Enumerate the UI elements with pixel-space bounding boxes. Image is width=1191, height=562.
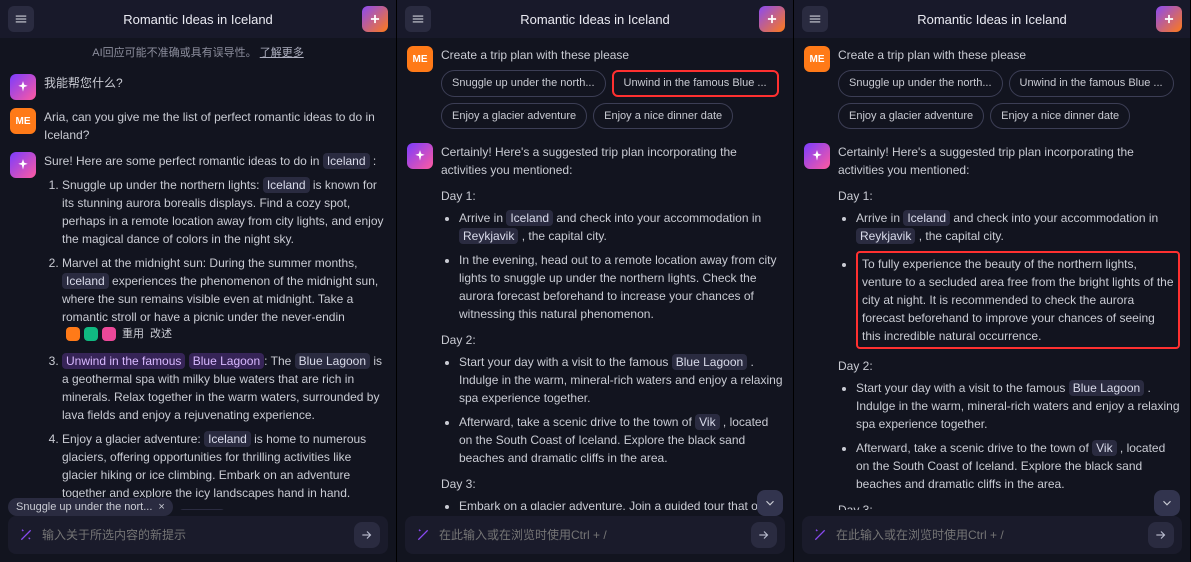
page-title: Romantic Ideas in Iceland — [123, 12, 273, 27]
send-button[interactable] — [751, 522, 777, 548]
send-button[interactable] — [1148, 522, 1174, 548]
menu-button[interactable] — [8, 6, 34, 32]
ai-greeting: 我能帮您什么? — [44, 74, 386, 100]
ai-avatar — [804, 143, 830, 169]
day-heading: Day 1: — [838, 187, 1180, 205]
menu-button[interactable] — [405, 6, 431, 32]
entity-reykjavik[interactable]: Reykjavik — [856, 228, 915, 244]
new-chat-button[interactable] — [362, 6, 388, 32]
day-heading: Day 2: — [441, 331, 783, 349]
entity-iceland[interactable]: Iceland — [179, 509, 226, 510]
entity-blue-lagoon[interactable]: Blue Lagoon — [295, 353, 370, 369]
menu-button[interactable] — [802, 6, 828, 32]
entity-vik[interactable]: Vik — [695, 414, 719, 430]
context-pill[interactable]: Snuggle up under the nort...× — [8, 498, 173, 516]
highlighted-bullet: To fully experience the beauty of the no… — [856, 251, 1180, 349]
ai-avatar — [10, 152, 36, 178]
entity-iceland[interactable]: Iceland — [204, 431, 251, 447]
page-title: Romantic Ideas in Iceland — [917, 12, 1067, 27]
highlighted-text[interactable]: Unwind in the famous — [62, 353, 185, 369]
entity-vik[interactable]: Vik — [1092, 440, 1116, 456]
wand-icon[interactable] — [413, 525, 433, 545]
reuse-action[interactable]: 重用 — [122, 326, 144, 343]
prompt-input[interactable] — [439, 528, 745, 542]
user-message: Aria, can you give me the list of perfec… — [44, 108, 386, 144]
new-chat-button[interactable] — [1156, 6, 1182, 32]
suggestion-chip[interactable]: Enjoy a nice dinner date — [593, 103, 733, 130]
suggestion-chip[interactable]: Enjoy a nice dinner date — [990, 103, 1130, 130]
send-button[interactable] — [354, 522, 380, 548]
learn-more-link[interactable]: 了解更多 — [260, 47, 304, 59]
ai-avatar — [407, 143, 433, 169]
user-avatar: ME — [10, 108, 36, 134]
day-heading: Day 3: — [838, 501, 1180, 510]
page-title: Romantic Ideas in Iceland — [520, 12, 670, 27]
suggestion-chip[interactable]: Snuggle up under the north... — [441, 70, 606, 97]
day-heading: Day 1: — [441, 187, 783, 205]
prompt-input[interactable] — [42, 528, 348, 542]
user-avatar: ME — [407, 46, 433, 72]
suggestion-chip[interactable]: Enjoy a glacier adventure — [441, 103, 587, 130]
ai-response: Sure! Here are some perfect romantic ide… — [44, 152, 386, 510]
entity-iceland[interactable]: Iceland — [323, 153, 370, 169]
suggestion-chip[interactable]: Snuggle up under the north... — [838, 70, 1003, 97]
ai-response: Certainly! Here's a suggested trip plan … — [441, 143, 783, 510]
new-chat-button[interactable] — [759, 6, 785, 32]
entity-blue-lagoon[interactable]: Blue Lagoon — [1069, 380, 1144, 396]
scroll-down-button[interactable] — [1154, 490, 1180, 516]
entity-iceland[interactable]: Iceland — [62, 273, 109, 289]
close-icon[interactable]: × — [158, 501, 164, 513]
scroll-down-button[interactable] — [757, 490, 783, 516]
suggestion-chip[interactable]: Unwind in the famous Blue ... — [1009, 70, 1174, 97]
color-chip[interactable] — [102, 327, 116, 341]
entity-iceland[interactable]: Iceland — [506, 210, 553, 226]
entity-iceland[interactable]: Iceland — [263, 177, 310, 193]
day-heading: Day 3: — [441, 475, 783, 493]
suggestion-chip-highlighted[interactable]: Unwind in the famous Blue ... — [612, 70, 779, 97]
highlighted-text[interactable]: Blue Lagoon — [189, 353, 264, 369]
color-chip[interactable] — [84, 327, 98, 341]
rephrase-action[interactable]: 改述 — [150, 326, 172, 343]
user-message: Create a trip plan with these please — [441, 46, 783, 64]
entity-reykjavik[interactable]: Reykjavik — [459, 228, 518, 244]
user-avatar: ME — [804, 46, 830, 72]
selection-toolbar: 重用 改述 — [66, 326, 172, 343]
user-message: Create a trip plan with these please — [838, 46, 1180, 64]
ai-avatar — [10, 74, 36, 100]
suggestion-chip[interactable]: Enjoy a glacier adventure — [838, 103, 984, 130]
entity-iceland[interactable]: Iceland — [903, 210, 950, 226]
prompt-input[interactable] — [836, 528, 1142, 542]
wand-icon[interactable] — [810, 525, 830, 545]
wand-icon[interactable] — [16, 525, 36, 545]
day-heading: Day 2: — [838, 357, 1180, 375]
disclaimer: AI回应可能不准确或具有误导性。 了解更多 — [0, 38, 396, 66]
color-chip[interactable] — [66, 327, 80, 341]
entity-blue-lagoon[interactable]: Blue Lagoon — [672, 354, 747, 370]
ai-response: Certainly! Here's a suggested trip plan … — [838, 143, 1180, 510]
